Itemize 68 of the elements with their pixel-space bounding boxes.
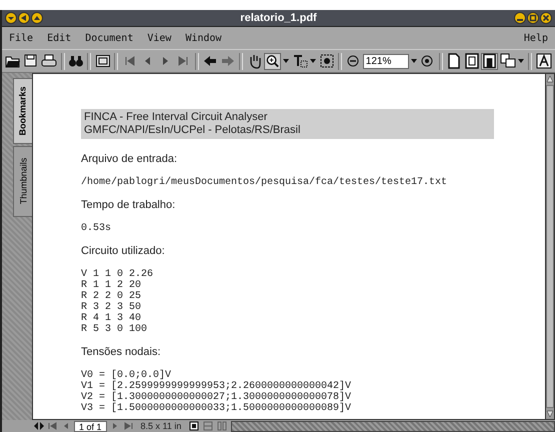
window-title: relatorio_1.pdf [239,12,318,24]
zoom-in-icon [419,53,436,69]
raise-icon[interactable] [31,12,43,24]
first-page-icon[interactable] [48,421,58,431]
menu-item[interactable]: Help [522,32,550,44]
page-button[interactable] [446,52,462,70]
panel-icon [94,53,111,69]
fit-width-button[interactable] [481,52,498,70]
close-icon[interactable] [540,12,552,24]
previous-page-icon[interactable] [62,421,70,431]
text-select-button[interactable] [291,52,308,70]
printer-icon [41,53,58,69]
menu-item[interactable]: Document [83,32,136,44]
menu-item[interactable]: View [145,32,174,44]
header-line: FINCA - Free Interval Circuit Analyser [84,111,268,124]
section-label: Tensões nodais: [81,346,162,359]
fit-page-icon [464,53,480,69]
vertical-scrollbar[interactable] [545,74,554,419]
text-select-icon [292,53,308,69]
magnifier-icon [265,53,280,69]
output-line: V3 = [1.5000000000000033;1.5000000000000089]V [81,403,352,414]
page-number-field[interactable]: 1 of 1 [74,420,107,432]
page-icon [446,53,462,69]
binoculars-icon [68,53,84,69]
menu-item[interactable]: Edit [45,32,74,44]
output-line: /home/pablogri/meusDocumentos/pesquisa/fca/testes/teste17.txt [81,177,448,188]
output-line: V1 = [2.2599999999999953;2.2600000000000042]V [81,381,352,392]
fit-page-button[interactable] [464,52,480,70]
output-line: R 3 2 3 50 [81,302,142,313]
last-page-icon[interactable] [122,421,133,431]
horizontal-scrollbar[interactable] [231,420,555,432]
zoom-field[interactable]: 121% [362,54,409,68]
output-line: V 1 1 0 2.26 [81,269,154,280]
output-line: R 1 1 2 20 [81,280,142,291]
minimize-icon[interactable] [514,12,526,24]
section-label: Tempo de trabalho: [81,199,176,212]
rotate-pages-button[interactable] [499,52,516,70]
rotate-pages-icon [500,53,516,69]
side-tab[interactable]: Bookmarks [13,78,32,144]
section-label: Circuito utilizado: [81,245,166,258]
page-size: 8.5 x 11 in [140,421,182,431]
output-line: R 4 1 3 40 [81,313,142,324]
snapshot-icon [318,53,335,69]
header-line: GMFC/NAPI/EsIn/UCPel - Pelotas/RS/Brasil [84,124,302,137]
menu-item[interactable]: File [7,32,36,44]
back-arrow-icon [202,53,218,69]
menu-item[interactable]: Window [183,32,224,44]
output-line: V2 = [1.3000000000000027;1.3000000000000078]V [81,392,352,403]
output-line: R 2 2 0 25 [81,291,142,302]
next-page-icon[interactable] [110,421,119,431]
magnifier-button[interactable] [264,52,282,70]
section-label: Arquivo de entrada: [81,153,178,166]
maximize-icon[interactable] [527,12,539,24]
navigation-arrows-icon[interactable] [34,421,44,431]
side-tab[interactable]: Thumbnails [13,146,32,217]
menu-icon[interactable] [5,12,17,24]
output-line: V0 = [0.0;0.0]V [81,370,172,381]
zoom-out-icon [345,53,362,69]
fit-width-icon [482,53,498,69]
save-icon [23,53,40,69]
forward-arrow-icon [220,53,236,69]
output-line: R 5 3 0 100 [81,324,148,335]
panel-button[interactable] [94,52,112,70]
output-line: 0.53s [81,223,112,234]
shade-icon[interactable] [18,12,30,24]
printer-button[interactable] [40,52,58,70]
snapshot-button[interactable] [318,52,335,70]
single-page-icon[interactable] [189,421,200,431]
